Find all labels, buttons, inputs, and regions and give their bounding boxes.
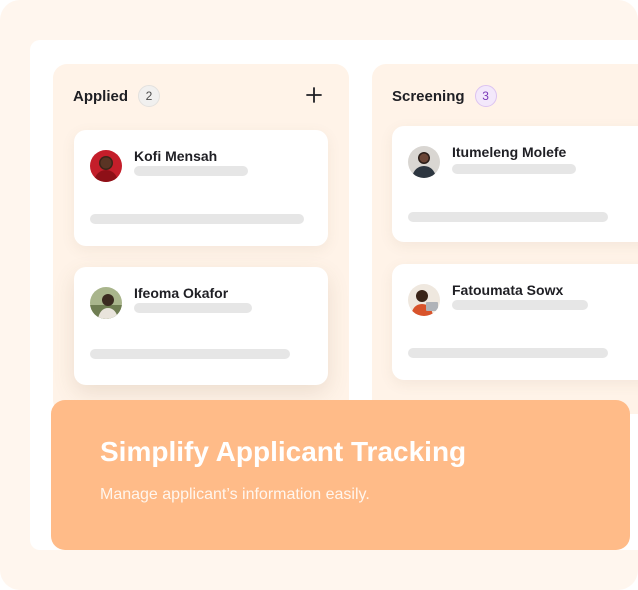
page-background: Applied 2 Kofi Mensah Ifeoma Okafor Scre… <box>0 0 638 590</box>
placeholder-line <box>134 303 252 313</box>
count-badge: 3 <box>474 85 497 107</box>
banner-title: Simplify Applicant Tracking <box>100 436 467 467</box>
placeholder-line <box>408 212 608 222</box>
placeholder-line <box>90 349 290 359</box>
add-icon[interactable] <box>303 84 325 106</box>
applicant-card[interactable]: Itumeleng Molefe <box>392 126 638 242</box>
placeholder-line <box>90 214 304 224</box>
applicant-name: Fatoumata Sowx <box>452 282 564 298</box>
banner-subtitle: Manage applicant’s information easily. <box>100 486 370 503</box>
avatar <box>408 284 440 316</box>
avatar <box>90 150 122 182</box>
column-header-screening: Screening 3 <box>392 84 638 108</box>
applicant-name: Kofi Mensah <box>134 148 218 164</box>
column-screening: Screening 3 Itumeleng Molefe Fatoumata S… <box>372 64 638 414</box>
promo-banner: Simplify Applicant Tracking Manage appli… <box>51 400 630 550</box>
placeholder-line <box>408 348 608 358</box>
placeholder-line <box>452 164 576 174</box>
count-badge: 2 <box>138 85 160 107</box>
applicant-name: Ifeoma Okafor <box>134 285 229 301</box>
applicant-card[interactable]: Kofi Mensah <box>74 130 328 246</box>
column-header-applied: Applied 2 <box>73 84 329 108</box>
placeholder-line <box>134 166 248 176</box>
column-title: Applied <box>73 87 128 105</box>
applicant-name: Itumeleng Molefe <box>452 144 567 160</box>
column-applied: Applied 2 Kofi Mensah Ifeoma Okafor <box>53 64 349 414</box>
column-title: Screening <box>392 87 465 105</box>
avatar <box>90 287 122 319</box>
applicant-card[interactable]: Ifeoma Okafor <box>74 267 328 385</box>
applicant-card[interactable]: Fatoumata Sowx <box>392 264 638 380</box>
avatar <box>408 146 440 178</box>
placeholder-line <box>452 300 588 310</box>
